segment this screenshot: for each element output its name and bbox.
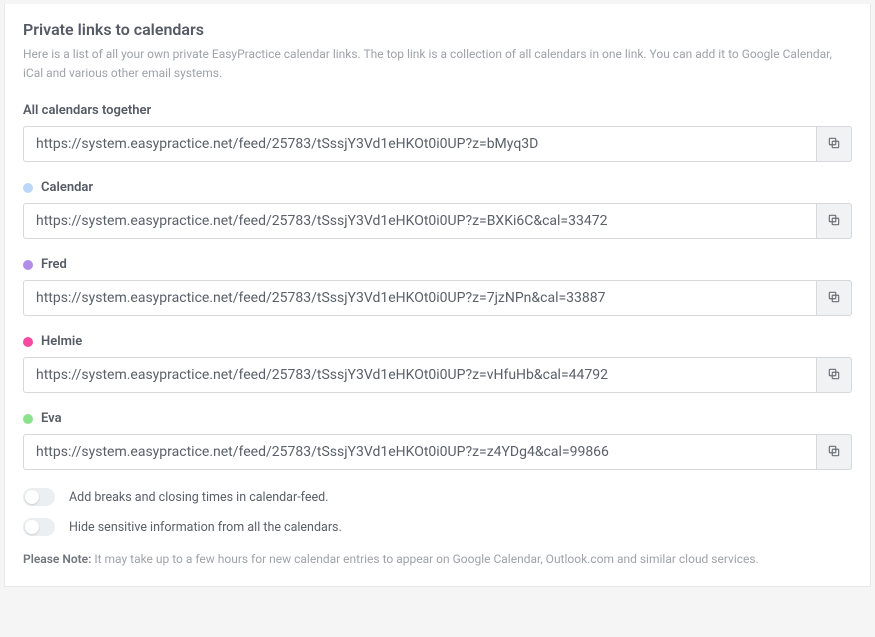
toggle-label: Add breaks and closing times in calendar… bbox=[69, 490, 328, 505]
copy-icon bbox=[827, 136, 841, 153]
calendar-label: Calendar bbox=[41, 180, 93, 195]
copy-button[interactable] bbox=[816, 126, 852, 162]
calendar-row: Helmie bbox=[23, 334, 852, 393]
toggle-switch[interactable] bbox=[23, 488, 55, 506]
calendar-color-dot bbox=[23, 337, 33, 347]
calendar-label: Eva bbox=[41, 411, 62, 426]
calendar-url-input-all[interactable] bbox=[23, 126, 816, 162]
note-lead: Please Note: bbox=[23, 552, 91, 566]
toggle-switch[interactable] bbox=[23, 518, 55, 536]
copy-button[interactable] bbox=[816, 280, 852, 316]
calendar-color-dot bbox=[23, 260, 33, 270]
calendar-url-input[interactable] bbox=[23, 280, 816, 316]
copy-button[interactable] bbox=[816, 434, 852, 470]
calendar-row: Calendar bbox=[23, 180, 852, 239]
copy-icon bbox=[827, 290, 841, 307]
copy-icon bbox=[827, 213, 841, 230]
calendar-label: Helmie bbox=[41, 334, 82, 349]
calendar-row: Eva bbox=[23, 411, 852, 470]
note-body: It may take up to a few hours for new ca… bbox=[94, 552, 758, 566]
copy-button[interactable] bbox=[816, 203, 852, 239]
calendar-row-all: All calendars together bbox=[23, 103, 852, 162]
calendar-label-all: All calendars together bbox=[23, 103, 151, 118]
page-description: Here is a list of all your own private E… bbox=[23, 45, 852, 83]
calendar-url-input[interactable] bbox=[23, 357, 816, 393]
toggle-row: Add breaks and closing times in calendar… bbox=[23, 488, 852, 506]
copy-icon bbox=[827, 367, 841, 384]
copy-button[interactable] bbox=[816, 357, 852, 393]
calendar-color-dot bbox=[23, 183, 33, 193]
toggle-row: Hide sensitive information from all the … bbox=[23, 518, 852, 536]
private-links-panel: Private links to calendars Here is a lis… bbox=[4, 4, 871, 587]
calendar-label: Fred bbox=[41, 257, 67, 272]
footer-note: Please Note: It may take up to a few hou… bbox=[23, 552, 852, 566]
calendar-color-dot bbox=[23, 414, 33, 424]
calendar-url-input[interactable] bbox=[23, 434, 816, 470]
calendar-row: Fred bbox=[23, 257, 852, 316]
calendar-url-input[interactable] bbox=[23, 203, 816, 239]
page-title: Private links to calendars bbox=[23, 20, 852, 39]
copy-icon bbox=[827, 444, 841, 461]
toggle-label: Hide sensitive information from all the … bbox=[69, 520, 342, 535]
